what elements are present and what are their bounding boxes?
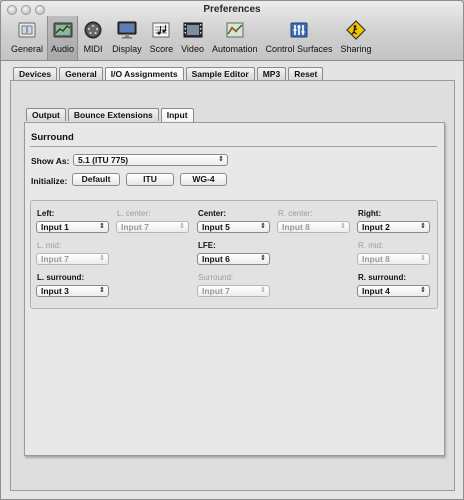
stepper-arrows-icon: ⇕ (420, 287, 426, 294)
stepper-arrows-icon: ⇕ (179, 223, 185, 230)
sub-tabs: Output Bounce Extensions Input (26, 108, 194, 122)
initialize-label: Initialize: (31, 176, 68, 186)
toolbar-midi[interactable]: MIDI (78, 16, 108, 60)
stepper-arrows-icon: ⇕ (260, 255, 266, 262)
init-default-button[interactable]: Default (72, 173, 120, 186)
l-mid-label: L. mid: (37, 241, 62, 250)
tab-io-assignments[interactable]: I/O Assignments (104, 67, 184, 81)
stepper-arrows-icon: ⇕ (420, 223, 426, 230)
surround-label: Surround: (198, 273, 234, 282)
l-surround-label: L. surround: (37, 273, 85, 282)
l-mid-input-select[interactable]: Input 7 ⇕ (36, 253, 109, 265)
r-surround-input-select[interactable]: Input 4 ⇕ (357, 285, 430, 297)
toolbar-video[interactable]: Video (177, 16, 208, 60)
show-as-select[interactable]: 5.1 (ITU 775) ⇕ (73, 154, 228, 166)
section-divider (30, 146, 437, 147)
center-label: Center: (198, 209, 227, 218)
tab-reset[interactable]: Reset (288, 67, 324, 80)
sharing-icon (345, 19, 367, 41)
center-input-select[interactable]: Input 5 ⇕ (197, 221, 270, 233)
control-surfaces-icon (288, 19, 310, 41)
stepper-arrows-icon: ⇕ (218, 156, 224, 163)
l-center-label: L. center: (117, 209, 151, 218)
stepper-arrows-icon: ⇕ (340, 223, 346, 230)
subtab-input[interactable]: Input (160, 108, 194, 122)
main-tabs: Devices General I/O Assignments Sample E… (13, 67, 324, 81)
tab-mp3[interactable]: MP3 (256, 67, 287, 80)
r-mid-label: R. mid: (358, 241, 384, 250)
general-icon (16, 19, 38, 41)
surround-section-title: Surround (31, 132, 74, 143)
toolbar-audio[interactable]: Audio (47, 16, 79, 60)
score-icon (150, 19, 172, 41)
audio-icon (52, 19, 74, 41)
toolbar-general[interactable]: General (7, 16, 47, 60)
r-center-input-select[interactable]: Input 8 ⇕ (277, 221, 350, 233)
init-itu-button[interactable]: ITU (126, 173, 174, 186)
preferences-window: Preferences General Audio MIDI Display S… (0, 0, 464, 500)
stepper-arrows-icon: ⇕ (99, 255, 105, 262)
left-input-select[interactable]: Input 1 ⇕ (36, 221, 109, 233)
stepper-arrows-icon: ⇕ (420, 255, 426, 262)
tab-devices[interactable]: Devices (13, 67, 58, 80)
tab-general[interactable]: General (59, 67, 103, 80)
tab-sample-editor[interactable]: Sample Editor (185, 67, 255, 80)
lfe-label: LFE: (198, 241, 216, 250)
l-center-input-select[interactable]: Input 7 ⇕ (116, 221, 189, 233)
r-surround-label: R. surround: (358, 273, 406, 282)
midi-icon (82, 19, 104, 41)
stepper-arrows-icon: ⇕ (260, 287, 266, 294)
display-icon (116, 19, 138, 41)
subtab-output[interactable]: Output (26, 108, 66, 121)
toolbar-sharing[interactable]: Sharing (337, 16, 376, 60)
show-as-label: Show As: (31, 156, 70, 166)
left-label: Left: (37, 209, 55, 218)
lfe-input-select[interactable]: Input 6 ⇕ (197, 253, 270, 265)
r-mid-input-select[interactable]: Input 8 ⇕ (357, 253, 430, 265)
surround-input-select[interactable]: Input 7 ⇕ (197, 285, 270, 297)
right-label: Right: (358, 209, 382, 218)
stepper-arrows-icon: ⇕ (99, 287, 105, 294)
show-as-value: 5.1 (ITU 775) (78, 155, 129, 165)
toolbar-score[interactable]: Score (146, 16, 178, 60)
right-input-select[interactable]: Input 2 ⇕ (357, 221, 430, 233)
window-title: Preferences (203, 4, 261, 15)
init-wg4-button[interactable]: WG-4 (180, 173, 227, 186)
automation-icon (224, 19, 246, 41)
preferences-toolbar: General Audio MIDI Display Score Video A… (7, 16, 376, 60)
l-surround-input-select[interactable]: Input 3 ⇕ (36, 285, 109, 297)
stepper-arrows-icon: ⇕ (260, 223, 266, 230)
toolbar-automation[interactable]: Automation (208, 16, 262, 60)
title-bar: Preferences General Audio MIDI Display S… (1, 1, 463, 61)
video-icon (182, 19, 204, 41)
toolbar-display[interactable]: Display (108, 16, 146, 60)
stepper-arrows-icon: ⇕ (99, 223, 105, 230)
subtab-bounce-extensions[interactable]: Bounce Extensions (67, 108, 159, 121)
r-center-label: R. center: (278, 209, 313, 218)
toolbar-control-surfaces[interactable]: Control Surfaces (261, 16, 336, 60)
